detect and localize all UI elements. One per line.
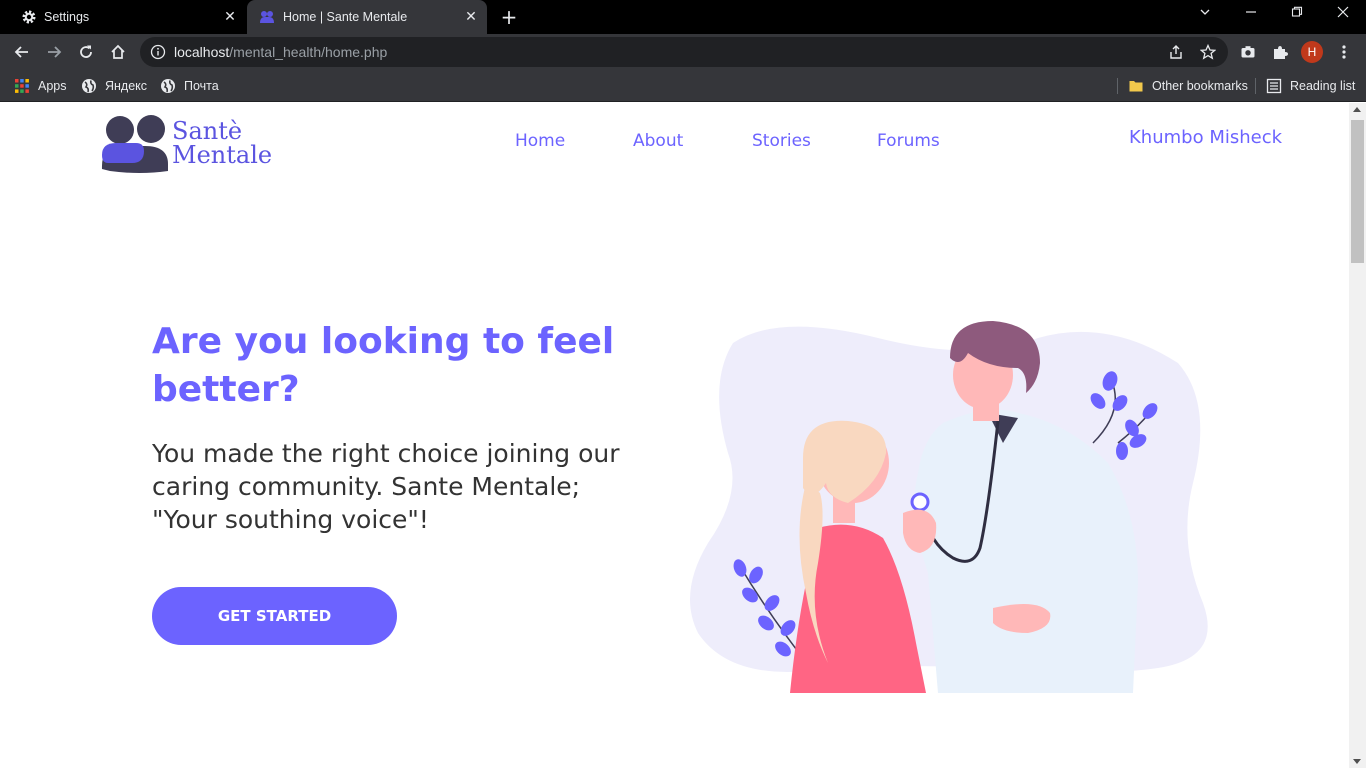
- folder-icon: [1129, 81, 1143, 92]
- bookmark-apps[interactable]: Apps: [14, 76, 67, 96]
- address-bar[interactable]: localhost/mental_health/home.php: [140, 37, 1228, 67]
- extensions-button[interactable]: [1266, 38, 1294, 66]
- star-icon[interactable]: [1200, 44, 1216, 60]
- close-window-button[interactable]: [1320, 0, 1366, 30]
- page-viewport: Santè Mentale Home About Stories Forums …: [0, 103, 1349, 768]
- minimize-button[interactable]: [1228, 0, 1274, 30]
- bookmarks-bar: Apps Яндекс Почта Other bookmarks Readin…: [0, 70, 1366, 102]
- reload-icon: [80, 45, 92, 58]
- gear-icon: [22, 10, 36, 24]
- nav-forums[interactable]: Forums: [877, 131, 940, 151]
- reading-list-label: Reading list: [1290, 79, 1356, 93]
- tab-settings[interactable]: Settings ✕: [8, 0, 246, 34]
- close-tab-icon[interactable]: ✕: [222, 9, 238, 25]
- reading-list-icon: [1266, 78, 1282, 94]
- scroll-up-icon[interactable]: [1353, 107, 1361, 112]
- bookmark-yandex[interactable]: Яндекс: [81, 76, 147, 96]
- logo-line-1: Santè: [172, 117, 243, 145]
- back-button[interactable]: [8, 38, 36, 66]
- restore-button[interactable]: [1274, 0, 1320, 30]
- hero-subtitle: You made the right choice joining our ca…: [152, 439, 620, 534]
- get-started-button[interactable]: GET STARTED: [152, 587, 397, 645]
- other-bookmarks[interactable]: Other bookmarks: [1128, 76, 1248, 96]
- url-path: /mental_health/home.php: [229, 44, 388, 60]
- tab-search-icon[interactable]: [1182, 0, 1228, 30]
- nav-stories[interactable]: Stories: [752, 131, 811, 151]
- tab-title: Settings: [44, 10, 90, 24]
- user-name-link[interactable]: Khumbo Misheck: [1129, 127, 1282, 148]
- bookmarks-separator: [1255, 78, 1256, 94]
- profile-avatar[interactable]: H: [1301, 41, 1323, 63]
- browser-toolbar: localhost/mental_health/home.php H: [0, 34, 1366, 70]
- arrow-right-icon: [48, 46, 62, 58]
- arrow-left-icon: [14, 46, 28, 58]
- site-logo-icon: [260, 11, 274, 23]
- globe-icon: [161, 79, 175, 93]
- puzzle-icon: [1274, 46, 1288, 59]
- site-logo[interactable]: Santè Mentale: [100, 109, 300, 175]
- nav-about[interactable]: About: [633, 131, 683, 151]
- tab-strip: Settings ✕ Home | Sante Mentale ✕ +: [0, 0, 1366, 34]
- scroll-thumb[interactable]: [1351, 120, 1364, 263]
- reading-list[interactable]: Reading list: [1266, 76, 1355, 96]
- scroll-down-icon[interactable]: [1353, 759, 1361, 764]
- url-host: localhost: [174, 44, 230, 60]
- new-tab-button[interactable]: +: [498, 6, 520, 28]
- page-scrollbar[interactable]: [1349, 103, 1366, 768]
- bookmark-pochta[interactable]: Почта: [160, 76, 219, 96]
- other-bookmarks-label: Other bookmarks: [1152, 79, 1248, 93]
- logo-wordmark: Santè Mentale: [172, 119, 272, 167]
- url-text[interactable]: localhost/mental_health/home.php: [174, 44, 387, 60]
- bookmark-label: Яндекс: [105, 79, 148, 93]
- tab-title: Home | Sante Mentale: [283, 10, 408, 24]
- hero-title: Are you looking to feel better?: [152, 321, 615, 410]
- forward-button[interactable]: [40, 38, 68, 66]
- kebab-menu-icon: [1342, 45, 1346, 59]
- people-logo-icon: [101, 115, 168, 173]
- apps-grid-icon: [15, 79, 29, 93]
- bookmarks-separator: [1117, 78, 1118, 94]
- doctor-patient-illustration: [690, 321, 1208, 693]
- tab-home[interactable]: Home | Sante Mentale ✕: [247, 0, 487, 34]
- screenshot-extension-button[interactable]: [1234, 38, 1262, 66]
- home-button[interactable]: [104, 38, 132, 66]
- menu-button[interactable]: [1330, 38, 1358, 66]
- info-icon[interactable]: [150, 44, 166, 60]
- nav-home[interactable]: Home: [515, 131, 565, 151]
- home-icon: [111, 44, 125, 59]
- close-tab-icon[interactable]: ✕: [463, 9, 479, 25]
- bookmark-label: Apps: [38, 79, 67, 93]
- bookmark-label: Почта: [184, 79, 219, 93]
- camera-icon: [1241, 46, 1255, 58]
- share-icon[interactable]: [1168, 44, 1184, 60]
- logo-line-2: Mentale: [172, 141, 273, 169]
- reload-button[interactable]: [72, 38, 100, 66]
- globe-icon: [82, 79, 96, 93]
